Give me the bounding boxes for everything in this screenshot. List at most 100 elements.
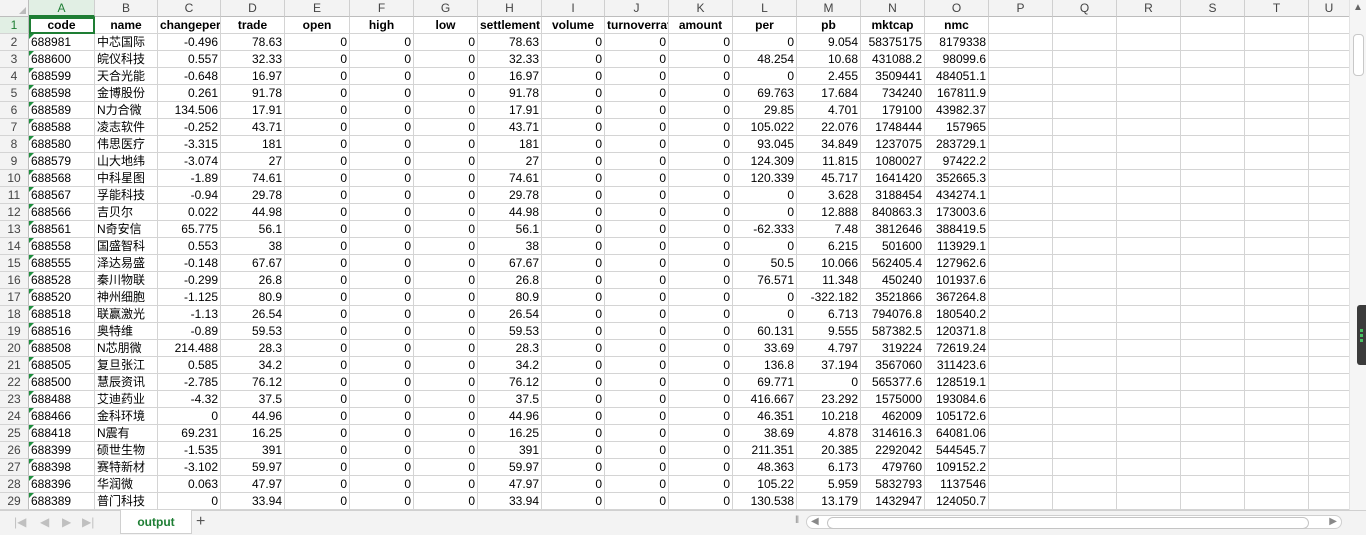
table-cell[interactable]: 0	[158, 493, 221, 510]
table-cell[interactable]: 0	[542, 221, 605, 238]
table-cell[interactable]	[1053, 476, 1117, 493]
table-cell[interactable]: 0	[285, 272, 350, 289]
table-cell[interactable]: -0.496	[158, 34, 221, 51]
table-cell[interactable]: 431088.2	[861, 51, 925, 68]
table-cell[interactable]	[1117, 102, 1181, 119]
column-header-B[interactable]: B	[95, 0, 158, 17]
table-cell[interactable]: 1575000	[861, 391, 925, 408]
table-cell[interactable]: 44.96	[478, 408, 542, 425]
table-cell[interactable]	[1245, 34, 1309, 51]
table-cell[interactable]: 0	[414, 323, 478, 340]
table-cell[interactable]: 0	[542, 408, 605, 425]
column-header-J[interactable]: J	[605, 0, 669, 17]
column-header-N[interactable]: N	[861, 0, 925, 17]
table-cell[interactable]: 0	[350, 476, 414, 493]
table-cell[interactable]	[1053, 238, 1117, 255]
table-cell[interactable]: 0	[350, 374, 414, 391]
table-cell[interactable]	[1181, 493, 1245, 510]
table-cell[interactable]: 688566	[29, 204, 95, 221]
table-cell[interactable]	[1053, 442, 1117, 459]
row-number[interactable]: 4	[0, 68, 29, 85]
table-cell[interactable]	[1053, 119, 1117, 136]
table-cell[interactable]: 0	[669, 340, 733, 357]
table-cell[interactable]	[1053, 255, 1117, 272]
table-cell[interactable]: 56.1	[478, 221, 542, 238]
table-cell[interactable]	[1309, 119, 1350, 136]
table-cell[interactable]: 9.054	[797, 34, 861, 51]
table-cell[interactable]	[1053, 391, 1117, 408]
table-cell[interactable]: -0.148	[158, 255, 221, 272]
table-cell[interactable]: 2.455	[797, 68, 861, 85]
table-cell[interactable]	[1053, 136, 1117, 153]
table-cell[interactable]: 0	[669, 34, 733, 51]
table-cell[interactable]: 157965	[925, 119, 989, 136]
table-cell[interactable]: 13.179	[797, 493, 861, 510]
table-cell[interactable]: 688500	[29, 374, 95, 391]
table-cell[interactable]	[1117, 476, 1181, 493]
table-cell[interactable]: 0	[350, 289, 414, 306]
table-cell[interactable]: 6.215	[797, 238, 861, 255]
table-cell[interactable]	[1309, 85, 1350, 102]
table-cell[interactable]: 0	[350, 459, 414, 476]
table-cell[interactable]	[1053, 34, 1117, 51]
table-cell[interactable]	[1181, 323, 1245, 340]
table-cell[interactable]: 0	[285, 187, 350, 204]
table-cell[interactable]: 0	[414, 102, 478, 119]
table-cell[interactable]: 688508	[29, 340, 95, 357]
table-cell[interactable]: 0	[605, 238, 669, 255]
table-cell[interactable]: 34.2	[221, 357, 285, 374]
table-cell[interactable]	[1117, 85, 1181, 102]
table-cell[interactable]: 0	[158, 408, 221, 425]
table-cell[interactable]	[1309, 204, 1350, 221]
table-cell[interactable]: 0	[669, 119, 733, 136]
header-cell[interactable]: changepercent	[158, 17, 221, 34]
table-cell[interactable]: 0	[733, 289, 797, 306]
table-cell[interactable]	[1245, 153, 1309, 170]
table-cell[interactable]: -2.785	[158, 374, 221, 391]
table-cell[interactable]: 慧辰资讯	[95, 374, 158, 391]
table-cell[interactable]: 0	[605, 51, 669, 68]
row-number[interactable]: 19	[0, 323, 29, 340]
table-cell[interactable]: 5832793	[861, 476, 925, 493]
table-cell[interactable]: 0	[542, 306, 605, 323]
table-cell[interactable]	[1309, 102, 1350, 119]
table-cell[interactable]: 67.67	[221, 255, 285, 272]
table-cell[interactable]: 0.022	[158, 204, 221, 221]
column-header-P[interactable]: P	[989, 0, 1053, 17]
row-number[interactable]: 27	[0, 459, 29, 476]
table-cell[interactable]	[1117, 255, 1181, 272]
table-cell[interactable]: 0	[542, 119, 605, 136]
column-header-G[interactable]: G	[414, 0, 478, 17]
table-cell[interactable]	[1181, 374, 1245, 391]
header-cell[interactable]	[1117, 17, 1181, 34]
table-cell[interactable]: 688561	[29, 221, 95, 238]
table-cell[interactable]	[1245, 272, 1309, 289]
header-cell[interactable]: turnoverratio	[605, 17, 669, 34]
table-cell[interactable]: 3567060	[861, 357, 925, 374]
header-cell[interactable]: pb	[797, 17, 861, 34]
table-cell[interactable]: 688505	[29, 357, 95, 374]
side-panel-grip[interactable]	[1357, 305, 1366, 365]
table-cell[interactable]: 0	[669, 238, 733, 255]
table-cell[interactable]: 0	[285, 51, 350, 68]
table-cell[interactable]: 109152.2	[925, 459, 989, 476]
table-cell[interactable]: 0	[350, 119, 414, 136]
table-cell[interactable]: 93.045	[733, 136, 797, 153]
table-cell[interactable]: 65.775	[158, 221, 221, 238]
table-cell[interactable]	[1053, 459, 1117, 476]
row-number[interactable]: 6	[0, 102, 29, 119]
table-cell[interactable]: 450240	[861, 272, 925, 289]
table-cell[interactable]: 211.351	[733, 442, 797, 459]
table-cell[interactable]	[1117, 493, 1181, 510]
table-cell[interactable]: 0	[414, 459, 478, 476]
table-cell[interactable]	[1117, 442, 1181, 459]
table-cell[interactable]: N奇安信	[95, 221, 158, 238]
table-cell[interactable]: 0	[605, 374, 669, 391]
table-cell[interactable]	[1309, 187, 1350, 204]
table-cell[interactable]: 3.628	[797, 187, 861, 204]
table-cell[interactable]: N力合微	[95, 102, 158, 119]
table-cell[interactable]: 105172.6	[925, 408, 989, 425]
table-cell[interactable]: 0	[414, 136, 478, 153]
table-cell[interactable]: 0	[669, 493, 733, 510]
header-cell[interactable]: high	[350, 17, 414, 34]
